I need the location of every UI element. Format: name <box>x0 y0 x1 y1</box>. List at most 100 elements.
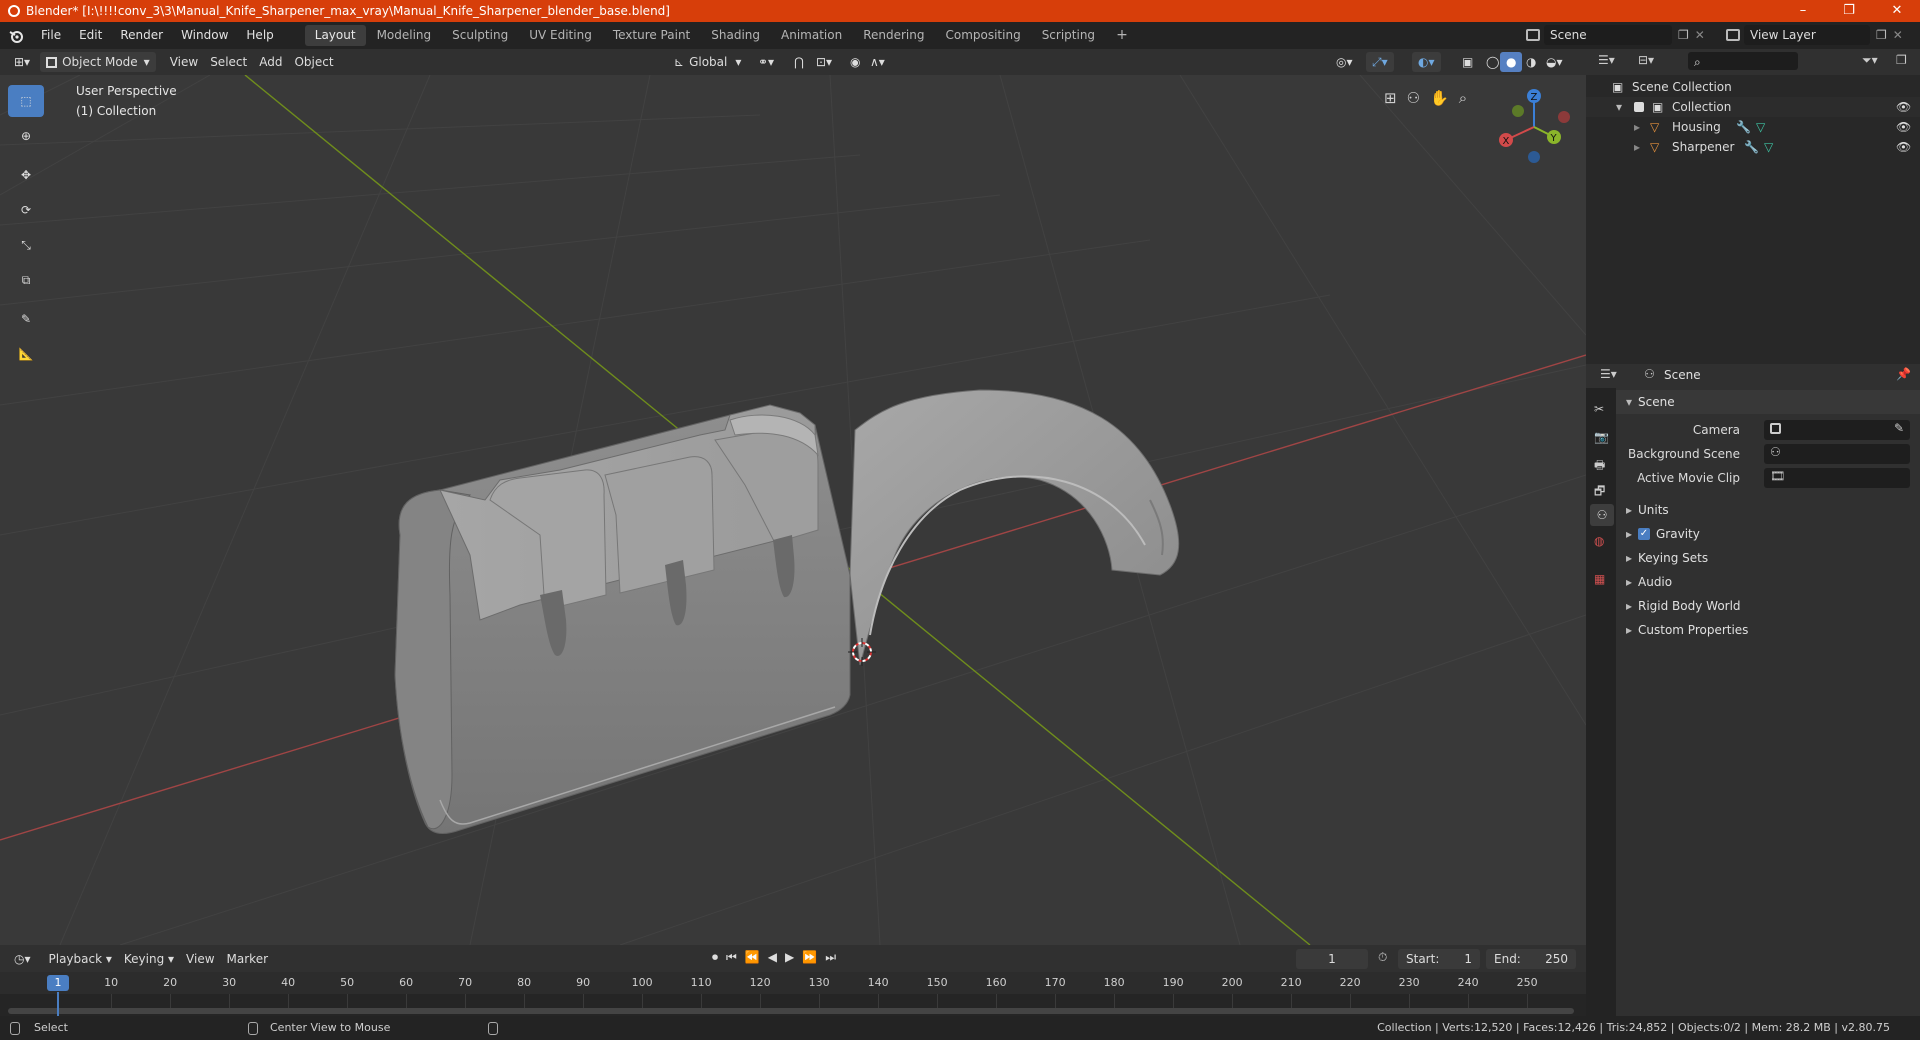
menu-render[interactable]: Render <box>111 22 172 49</box>
viewport-scene[interactable] <box>0 75 1586 945</box>
timeline-editor-type-icon[interactable]: ◷▾ <box>8 949 37 969</box>
cursor-tool[interactable]: ⊕ <box>8 120 44 152</box>
new-collection-icon[interactable]: ❐ <box>1896 53 1907 67</box>
filter-icon[interactable]: ⏷▾ <box>1862 53 1878 68</box>
view-layer-tab-icon[interactable]: 🗗 <box>1594 482 1605 503</box>
knife-sharpener-model[interactable] <box>394 389 1180 834</box>
close-button[interactable]: ✕ <box>1874 0 1920 22</box>
tab-compositing[interactable]: Compositing <box>935 25 1030 46</box>
move-tool[interactable]: ✥ <box>8 159 44 191</box>
outliner-row-scene-collection[interactable]: ▣ Scene Collection <box>1586 77 1920 97</box>
maximize-button[interactable]: ❐ <box>1826 0 1872 22</box>
menu-help[interactable]: Help <box>237 22 282 49</box>
transform-tool[interactable]: ⧉ <box>8 264 44 296</box>
visibility-icon[interactable]: ◎▾ <box>1330 52 1359 72</box>
pan-hand-icon[interactable]: ✋ <box>1430 89 1449 107</box>
xray-icon[interactable]: ▣ <box>1456 52 1479 72</box>
navigation-gizmo[interactable]: Z X Y <box>1492 85 1576 169</box>
next-keyframe-icon[interactable]: ⏩ <box>802 950 817 965</box>
play-reverse-icon[interactable]: ◀ <box>768 950 777 965</box>
collection-checkbox[interactable] <box>1634 102 1644 112</box>
play-icon[interactable]: ▶ <box>785 950 794 965</box>
mode-selector[interactable]: Object Mode ▾ <box>40 52 156 72</box>
scale-tool[interactable]: ⤡ <box>8 229 44 261</box>
rotate-tool[interactable]: ⟳ <box>8 194 44 226</box>
menu-view[interactable]: View <box>164 52 204 72</box>
menu-add[interactable]: Add <box>253 52 288 72</box>
new-scene-icon[interactable]: ❐ <box>1678 28 1689 42</box>
camera-view-icon[interactable]: ⚇ <box>1407 89 1420 107</box>
gizmo-toggle-icon[interactable]: ⤢▾ <box>1366 52 1394 72</box>
neg-z-axis-icon[interactable] <box>1528 151 1540 163</box>
tab-sculpting[interactable]: Sculpting <box>442 25 518 46</box>
camera-field[interactable]: ✎ <box>1764 420 1910 440</box>
tab-uv-editing[interactable]: UV Editing <box>519 25 602 46</box>
stopwatch-icon[interactable]: ⏱ <box>1378 950 1387 965</box>
overlay-toggle-icon[interactable]: ◐▾ <box>1412 52 1441 72</box>
remove-scene-icon[interactable]: ✕ <box>1695 28 1705 42</box>
mesh-data-icon[interactable]: ▽ <box>1764 137 1773 157</box>
select-box-tool[interactable]: ⬚ <box>8 85 44 117</box>
pin-icon[interactable]: 📌 <box>1896 367 1911 381</box>
eye-icon[interactable]: 👁 <box>1896 97 1911 117</box>
scene-tab-icon[interactable]: ⚇ <box>1590 504 1614 526</box>
orientation-selector[interactable]: ⊾ Global ▾ <box>668 52 747 72</box>
modifier-wrench-icon[interactable]: 🔧 <box>1736 117 1751 137</box>
mesh-data-icon[interactable]: ▽ <box>1756 117 1765 137</box>
units-panel-header[interactable]: ▸ Units <box>1616 498 1920 522</box>
menu-file[interactable]: File <box>32 22 70 49</box>
snap-target-icon[interactable]: ⊡▾ <box>810 52 838 72</box>
menu-window[interactable]: Window <box>172 22 237 49</box>
outliner-row-housing[interactable]: ▸ ▽ Housing 🔧 ▽ 👁 <box>1586 117 1920 137</box>
jump-end-icon[interactable]: ⏭ <box>825 950 836 965</box>
remove-view-layer-icon[interactable]: ✕ <box>1893 28 1903 42</box>
start-frame-field[interactable]: Start: 1 <box>1398 949 1480 969</box>
menu-playback[interactable]: Playback ▾ <box>43 949 118 969</box>
current-frame-marker[interactable]: 1 <box>47 975 69 991</box>
prev-keyframe-icon[interactable]: ⏪ <box>745 950 760 965</box>
minimize-button[interactable]: – <box>1780 0 1826 22</box>
properties-editor-type-icon[interactable]: ☰▾ <box>1600 367 1617 381</box>
annotate-tool[interactable]: ✎ <box>8 303 44 335</box>
gravity-checkbox[interactable]: ✓ <box>1638 528 1650 540</box>
eye-icon[interactable]: 👁 <box>1896 137 1911 157</box>
neg-x-axis-icon[interactable] <box>1558 111 1570 123</box>
scene-selector[interactable]: Scene <box>1544 25 1672 45</box>
gravity-panel-header[interactable]: ▸ ✓ Gravity <box>1616 522 1920 546</box>
expand-arrow-icon[interactable]: ▾ <box>1616 97 1622 117</box>
menu-timeline-view[interactable]: View <box>180 949 220 969</box>
rendered-shading-icon[interactable]: ◒▾ <box>1540 52 1569 72</box>
tab-modeling[interactable]: Modeling <box>367 25 442 46</box>
texture-tab-icon[interactable]: ▦ <box>1594 572 1605 586</box>
current-frame-field[interactable]: 1 <box>1296 949 1368 969</box>
scene-panel-header[interactable]: ▾ Scene <box>1616 390 1920 414</box>
record-icon[interactable]: ⏺ <box>712 950 718 965</box>
zoom-icon[interactable]: ⌕ <box>1459 89 1467 107</box>
outliner-row-collection[interactable]: ▾ ▣ Collection 👁 <box>1586 97 1920 117</box>
outliner-search-input[interactable]: ⌕ <box>1688 52 1798 70</box>
display-mode-icon[interactable]: ⊟▾ <box>1638 53 1654 67</box>
menu-object[interactable]: Object <box>288 52 339 72</box>
tool-tab-icon[interactable]: ✂ <box>1594 402 1604 416</box>
neg-y-axis-icon[interactable] <box>1512 105 1524 117</box>
tab-animation[interactable]: Animation <box>771 25 852 46</box>
snap-icon[interactable]: ⋂ <box>788 52 810 72</box>
outliner-editor-type-icon[interactable]: ☰▾ <box>1598 53 1615 67</box>
menu-edit[interactable]: Edit <box>70 22 111 49</box>
playhead-line[interactable] <box>57 992 59 1016</box>
timeline-scrollbar[interactable] <box>8 1008 1574 1014</box>
world-tab-icon[interactable]: ◍ <box>1594 534 1604 548</box>
3d-viewport[interactable]: User Perspective (1) Collection ⊞ ⚇ ✋ ⌕ … <box>0 75 1586 945</box>
grid-perspective-icon[interactable]: ⊞ <box>1384 89 1397 107</box>
tab-scripting[interactable]: Scripting <box>1032 25 1105 46</box>
pivot-point-icon[interactable]: ⚭▾ <box>752 52 780 72</box>
modifier-wrench-icon[interactable]: 🔧 <box>1744 137 1759 157</box>
measure-tool[interactable]: 📐 <box>8 338 44 370</box>
tab-shading[interactable]: Shading <box>701 25 770 46</box>
timeline[interactable]: 1 10 20 30 40 50 60 70 80 90 100 110 120 130 140 150 160… <box>0 972 1586 1016</box>
custom-properties-panel-header[interactable]: ▸ Custom Properties <box>1616 618 1920 642</box>
background-scene-field[interactable]: ⚇ <box>1764 444 1910 464</box>
render-tab-icon[interactable]: 📷 <box>1594 430 1609 444</box>
blender-menu-icon[interactable] <box>0 29 32 43</box>
eye-icon[interactable]: 👁 <box>1896 117 1911 137</box>
